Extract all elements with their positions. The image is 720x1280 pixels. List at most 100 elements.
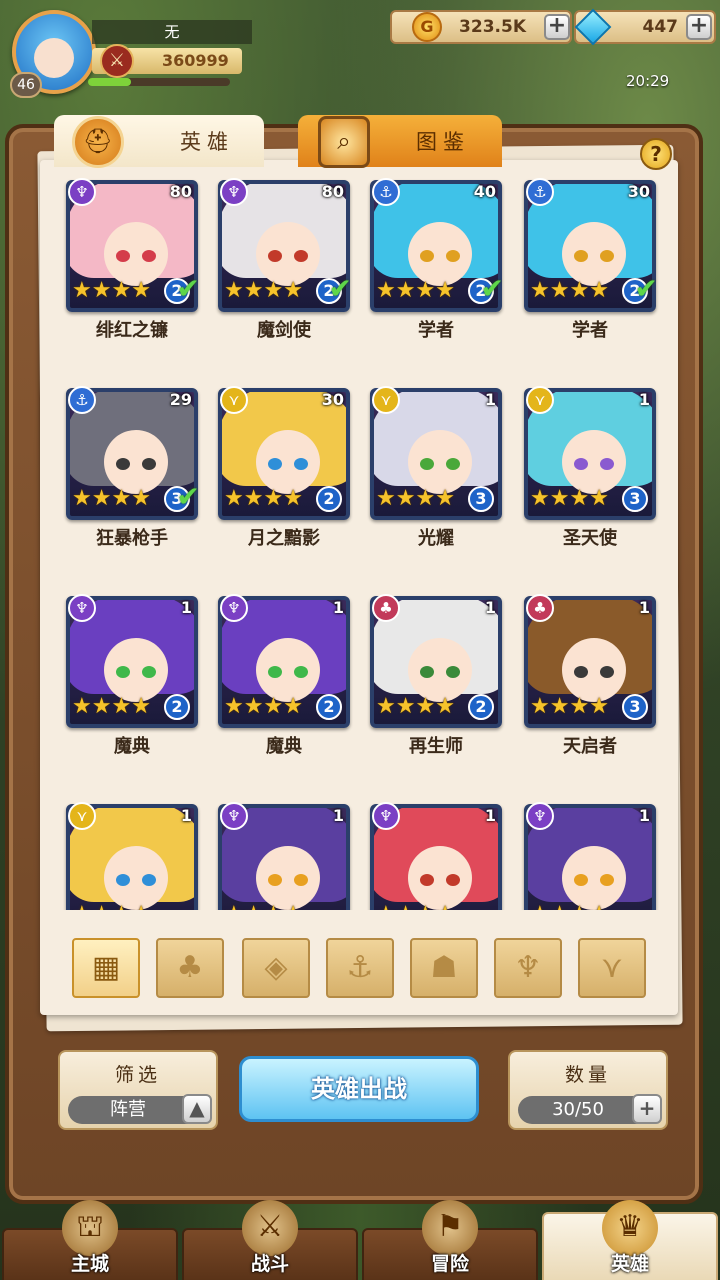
hero-card[interactable]: ★ ★ ★ ★ 30 ⋎ 2 月之黯影: [218, 378, 350, 553]
star-rating: ★★★★: [376, 696, 455, 718]
star-icon: ★: [589, 278, 609, 303]
nav-map[interactable]: ⚑ 冒险: [362, 1200, 538, 1280]
star-icon: ★: [395, 278, 416, 303]
hero-card[interactable]: ★ ★ ★ ★ 30 ⚓ 2 ✔ 学者: [524, 170, 658, 345]
hero-eye: [600, 666, 614, 678]
deploy-heroes-button[interactable]: 英雄出战: [239, 1056, 479, 1122]
expand-slots-button[interactable]: +: [632, 1094, 662, 1124]
add-gold-button[interactable]: +: [544, 14, 570, 40]
star-icon: ★: [244, 904, 264, 911]
filter-diamond-faction-button[interactable]: ◈: [242, 938, 310, 998]
add-gems-button[interactable]: +: [686, 14, 712, 40]
check-icon: ✔: [634, 272, 658, 305]
hero-eye: [446, 458, 460, 470]
filter-all-grid-button[interactable]: ▦: [72, 938, 140, 998]
hero-level: 1: [638, 390, 650, 409]
dropdown-toggle-icon[interactable]: ▲: [182, 1094, 212, 1124]
nav-swords[interactable]: ⚔ 战斗: [182, 1200, 358, 1280]
star-icon: ★: [263, 904, 283, 911]
exp-bar: [88, 78, 230, 86]
star-rating: ★★★★: [530, 280, 609, 302]
hero-face: [562, 846, 626, 910]
star-icon: ★: [224, 278, 244, 303]
hero-card[interactable]: ★ ★ ★ ★ 29 ⚓ 3 ✔ 狂暴枪手: [66, 378, 200, 553]
filter-wing-faction-button[interactable]: ⋎: [578, 938, 646, 998]
hero-name: 魔典: [114, 736, 150, 757]
hero-eye: [600, 458, 614, 470]
hero-eye: [574, 458, 588, 470]
hero-eye: [142, 250, 156, 262]
nav-city[interactable]: ⛫ 主城: [2, 1200, 178, 1280]
hero-eye: [446, 250, 460, 262]
hero-face: [104, 846, 168, 910]
star-icon: ★: [530, 694, 550, 719]
star-icon: ★: [263, 278, 284, 303]
star-rating: ★★★★: [72, 280, 151, 302]
hero-level: 1: [484, 390, 496, 409]
tier-badge: 2: [164, 694, 190, 720]
filter-horned-faction-button[interactable]: ♆: [494, 938, 562, 998]
water-faction-icon: ⚓: [68, 386, 96, 414]
hero-eye: [420, 250, 434, 262]
hero-face: [408, 638, 472, 702]
hero-card[interactable]: ★★★★1♆: [370, 794, 502, 910]
star-icon: ★: [224, 904, 244, 911]
star-rating: ★★★★: [224, 904, 303, 911]
hero-level: 1: [180, 598, 192, 617]
check-icon: ✔: [480, 272, 504, 305]
light-faction-icon: ⋎: [68, 802, 96, 830]
hero-card[interactable]: ★ ★ ★ ★ 1 ⋎ 3 光耀: [370, 378, 502, 553]
hero-eye: [574, 250, 588, 262]
hero-card[interactable]: ★ ★ ★ ★ 80 ♆ 2 ✔ 魔剑使: [218, 170, 352, 345]
filter-anchor-faction-button[interactable]: ⚓: [326, 938, 394, 998]
hero-card[interactable]: ★ ★ ★ ★ 1 ♆ 2 魔典: [218, 586, 350, 761]
hero-card[interactable]: ★ ★ ★ ★ 80 ♆ 2 ✔ 绯红之镰: [66, 170, 200, 345]
star-icon: ★: [395, 486, 416, 511]
star-icon: ★: [111, 486, 132, 511]
hero-card[interactable]: ★ ★ ★ ★ 1 ♣ 2 再生师: [370, 586, 502, 761]
bottom-nav: ⛫ 主城 ⚔ 战斗 ⚑ 冒险 ♛ 英雄: [0, 1200, 720, 1280]
star-rating: ★★★★: [530, 488, 609, 510]
star-icon: ★: [395, 694, 416, 719]
hero-eye: [446, 666, 460, 678]
star-icon: ★: [283, 486, 303, 511]
star-icon: ★: [283, 904, 303, 911]
clock: 20:29: [626, 72, 670, 90]
nav-hero-crest[interactable]: ♛ 英雄: [542, 1200, 718, 1280]
hero-card[interactable]: ★★★★1♆: [218, 794, 350, 910]
star-rating: ★★★★: [376, 904, 455, 911]
hero-card[interactable]: ★ ★ ★ ★ 1 ♆ 2 魔典: [66, 586, 198, 761]
hero-name: 绯红之镰: [96, 320, 168, 341]
star-icon: ★: [415, 694, 436, 719]
hero-card[interactable]: ★ ★ ★ ★ 40 ⚓ 2 ✔ 学者: [370, 170, 504, 345]
star-icon: ★: [530, 486, 550, 511]
dark-faction-icon: ♆: [220, 594, 248, 622]
hero-name: 圣天使: [563, 528, 617, 549]
horned-faction-icon: ♆: [514, 950, 542, 985]
help-button[interactable]: ?: [640, 138, 672, 170]
hero-face: [256, 222, 320, 286]
filter-beast-faction-button[interactable]: ☗: [410, 938, 478, 998]
nature-faction-icon: ♣: [176, 950, 204, 985]
filter-nature-faction-button[interactable]: ♣: [156, 938, 224, 998]
count-label: 数量: [564, 1064, 611, 1086]
avatar-face: [34, 38, 74, 78]
map-icon: ⚑: [422, 1200, 478, 1256]
hero-level: 40: [473, 182, 496, 201]
hero-card[interactable]: ★★★★1⋎: [66, 794, 198, 910]
hero-card[interactable]: ★★★★1♆: [524, 794, 656, 910]
star-rating: ★★★★: [224, 280, 303, 302]
hero-name: 学者: [572, 320, 608, 341]
hero-card[interactable]: ★ ★ ★ ★ 1 ♣ 3 天启者: [524, 586, 656, 761]
star-icon: ★: [396, 904, 416, 911]
check-icon: ✔: [176, 272, 200, 305]
hero-card[interactable]: ★ ★ ★ ★ 1 ⋎ 3 圣天使: [524, 378, 656, 553]
star-icon: ★: [243, 278, 264, 303]
star-icon: ★: [376, 278, 396, 303]
helmet-icon: ⛑: [72, 116, 124, 168]
hero-level: 1: [638, 806, 650, 825]
star-icon: ★: [415, 278, 436, 303]
hero-eye: [142, 666, 156, 678]
hero-name: 再生师: [409, 736, 463, 757]
star-icon: ★: [72, 486, 92, 511]
